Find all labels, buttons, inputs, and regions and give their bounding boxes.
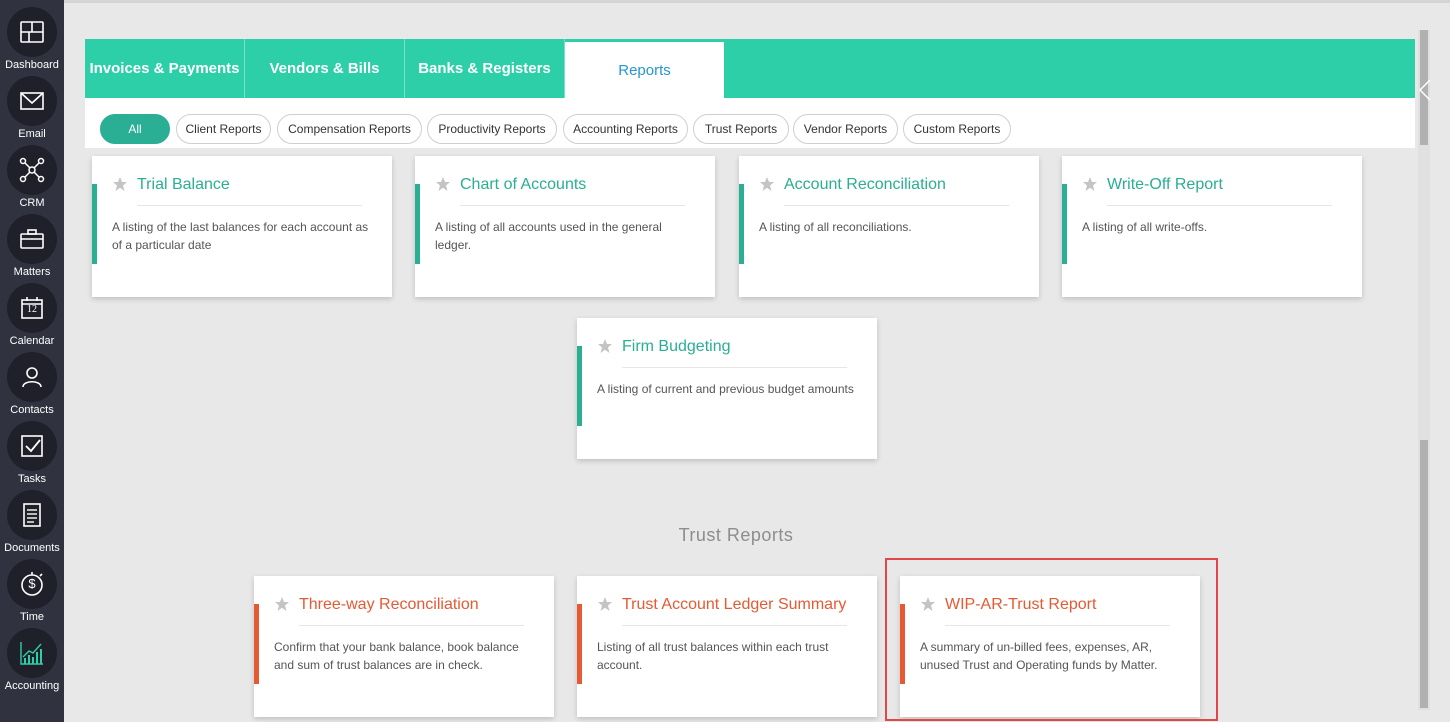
filter-all[interactable]: All — [100, 114, 170, 144]
top-divider — [64, 0, 1450, 3]
card-divider — [622, 367, 847, 368]
sidebar-label-tasks: Tasks — [17, 473, 47, 485]
card-divider — [299, 625, 524, 626]
card-description: A listing of all reconciliations. — [759, 220, 912, 234]
dashboard-icon — [7, 7, 57, 57]
time-currency-symbol: $ — [28, 576, 36, 591]
scrollbar-thumb[interactable] — [1420, 440, 1428, 708]
card-accent-bar — [900, 604, 905, 684]
sidebar-item-documents[interactable]: Documents — [0, 490, 64, 554]
card-divider — [622, 625, 847, 626]
sidebar-item-tasks[interactable]: Tasks — [0, 421, 64, 485]
card-title: Trial Balance — [137, 176, 230, 193]
report-card-wip-ar-trust-report[interactable]: WIP-AR-Trust Report A summary of un-bill… — [900, 576, 1200, 717]
card-title: Chart of Accounts — [460, 176, 587, 193]
sidebar: Dashboard Email CRM Matters 12 Calendar … — [0, 0, 64, 722]
card-description: A listing of all write-offs. — [1082, 220, 1208, 234]
sidebar-label-matters: Matters — [13, 266, 51, 278]
card-accent-bar — [254, 604, 259, 684]
card-description: Listing of all trust balances within eac… — [597, 640, 829, 672]
card-description: A summary of un-billed fees, expenses, A… — [920, 640, 1158, 672]
filter-compensation-reports[interactable]: Compensation Reports — [277, 114, 422, 144]
star-icon[interactable] — [112, 176, 128, 192]
report-card-write-off-report[interactable]: Write-Off Report A listing of all write-… — [1062, 156, 1362, 297]
checkbox-icon — [7, 421, 57, 471]
calendar-icon: 12 — [7, 283, 57, 333]
card-accent-bar — [739, 184, 744, 264]
sidebar-label-calendar: Calendar — [9, 335, 55, 347]
card-accent-bar — [577, 346, 582, 426]
star-icon[interactable] — [435, 176, 451, 192]
stopwatch-icon: $ — [7, 559, 57, 609]
sidebar-item-matters[interactable]: Matters — [0, 214, 64, 278]
sidebar-label-crm: CRM — [19, 197, 45, 209]
contacts-icon — [7, 352, 57, 402]
filter-accounting-reports[interactable]: Accounting Reports — [563, 114, 688, 144]
card-divider — [945, 625, 1170, 626]
star-icon[interactable] — [920, 596, 936, 612]
sidebar-item-email[interactable]: Email — [0, 76, 64, 140]
card-accent-bar — [415, 184, 420, 264]
card-title: WIP-AR-Trust Report — [945, 596, 1097, 613]
envelope-icon — [7, 76, 57, 126]
sidebar-item-time[interactable]: $ Time — [0, 559, 64, 623]
report-filter-bar: All Client Reports Compensation Reports … — [85, 98, 1415, 148]
star-icon[interactable] — [759, 176, 775, 192]
sidebar-item-accounting[interactable]: Accounting — [0, 628, 64, 692]
star-icon[interactable] — [274, 596, 290, 612]
tab-invoices-payments[interactable]: Invoices & Payments — [85, 39, 245, 98]
card-description: A listing of all accounts used in the ge… — [435, 220, 662, 252]
report-card-trial-balance[interactable]: Trial Balance A listing of the last bala… — [92, 156, 392, 297]
filter-productivity-reports[interactable]: Productivity Reports — [427, 114, 557, 144]
card-accent-bar — [577, 604, 582, 684]
card-title: Account Reconciliation — [784, 176, 946, 193]
card-divider — [137, 205, 362, 206]
sidebar-item-crm[interactable]: CRM — [0, 145, 64, 209]
filter-trust-reports[interactable]: Trust Reports — [693, 114, 789, 144]
card-title: Three-way Reconciliation — [299, 596, 479, 613]
report-card-chart-of-accounts[interactable]: Chart of Accounts A listing of all accou… — [415, 156, 715, 297]
filter-vendor-reports[interactable]: Vendor Reports — [793, 114, 898, 144]
report-card-account-reconciliation[interactable]: Account Reconciliation A listing of all … — [739, 156, 1039, 297]
tab-banks-registers[interactable]: Banks & Registers — [405, 39, 565, 98]
document-icon — [7, 490, 57, 540]
sidebar-label-dashboard: Dashboard — [5, 59, 59, 71]
filter-client-reports[interactable]: Client Reports — [176, 114, 271, 144]
sidebar-label-documents: Documents — [4, 542, 60, 554]
report-card-three-way-reconciliation[interactable]: Three-way Reconciliation Confirm that yo… — [254, 576, 554, 717]
card-title: Write-Off Report — [1107, 176, 1223, 193]
card-divider — [1107, 205, 1332, 206]
card-title: Trust Account Ledger Summary — [622, 596, 847, 613]
sidebar-item-contacts[interactable]: Contacts — [0, 352, 64, 416]
sidebar-label-contacts: Contacts — [10, 404, 54, 416]
tab-reports[interactable]: Reports — [565, 39, 724, 98]
star-icon[interactable] — [597, 596, 613, 612]
filter-custom-reports[interactable]: Custom Reports — [903, 114, 1011, 144]
report-card-trust-account-ledger-summary[interactable]: Trust Account Ledger Summary Listing of … — [577, 576, 877, 717]
tab-vendors-bills[interactable]: Vendors & Bills — [245, 39, 405, 98]
sidebar-label-email: Email — [18, 128, 46, 140]
card-divider — [784, 205, 1009, 206]
collapse-panel-icon[interactable] — [1418, 60, 1450, 120]
card-divider — [460, 205, 685, 206]
chart-icon — [7, 628, 57, 678]
card-accent-bar — [1062, 184, 1067, 264]
briefcase-icon — [7, 214, 57, 264]
network-icon — [7, 145, 57, 195]
card-accent-bar — [92, 184, 97, 264]
main-tab-bar: Invoices & Payments Vendors & Bills Bank… — [85, 39, 1415, 98]
trust-reports-heading: Trust Reports — [678, 525, 794, 545]
card-description: A listing of the last balances for each … — [112, 220, 369, 252]
sidebar-item-calendar[interactable]: 12 Calendar — [0, 283, 64, 347]
sidebar-label-accounting: Accounting — [4, 680, 60, 692]
card-title: Firm Budgeting — [622, 338, 731, 355]
star-icon[interactable] — [1082, 176, 1098, 192]
star-icon[interactable] — [597, 338, 613, 354]
calendar-day-number: 12 — [27, 304, 37, 315]
card-description: A listing of current and previous budget… — [597, 382, 854, 396]
sidebar-item-dashboard[interactable]: Dashboard — [0, 7, 64, 71]
report-card-firm-budgeting[interactable]: Firm Budgeting A listing of current and … — [577, 318, 877, 459]
sidebar-label-time: Time — [19, 611, 45, 623]
card-description: Confirm that your bank balance, book bal… — [274, 640, 519, 672]
